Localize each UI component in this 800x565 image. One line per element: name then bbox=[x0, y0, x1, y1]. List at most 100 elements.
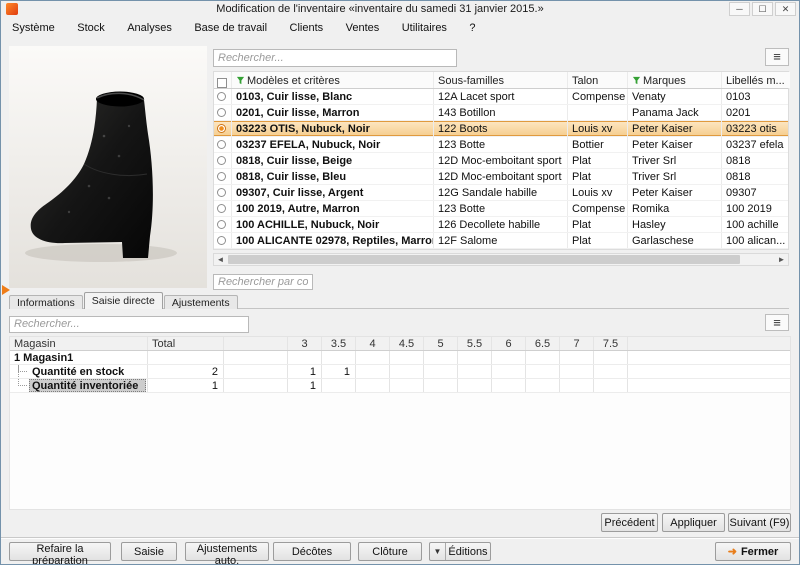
table-horizontal-scrollbar[interactable]: ◄ ► bbox=[213, 253, 789, 266]
header-select-cell[interactable] bbox=[214, 72, 232, 88]
product-row-selected[interactable]: 03223 OTIS, Nubuck, Noir 122 Boots Louis… bbox=[214, 121, 788, 137]
grid-group-row[interactable]: 1 Magasin1 bbox=[10, 351, 790, 365]
radio-icon[interactable] bbox=[217, 156, 226, 165]
radio-selected-icon[interactable] bbox=[217, 124, 226, 133]
grid-menu-button[interactable]: ≡ bbox=[765, 314, 789, 331]
codes-search-input[interactable] bbox=[213, 274, 313, 290]
radio-icon[interactable] bbox=[217, 108, 226, 117]
product-row[interactable]: 03237 EFELA, Nubuck, Noir 123 Botte Bott… bbox=[214, 137, 788, 153]
close-button[interactable]: ➜ Fermer bbox=[715, 542, 791, 561]
radio-icon[interactable] bbox=[217, 204, 226, 213]
product-search bbox=[213, 48, 457, 67]
cell-subfamily: 12F Salome bbox=[434, 233, 568, 248]
tab-ajustements[interactable]: Ajustements bbox=[163, 295, 238, 309]
menu-analyses[interactable]: Analyses bbox=[118, 19, 181, 38]
radio-icon[interactable] bbox=[217, 92, 226, 101]
grid-row-inventoried-selected[interactable]: Quantité inventoriée 1 1 bbox=[10, 379, 790, 393]
tab-saisie-directe[interactable]: Saisie directe bbox=[83, 292, 163, 309]
cell-qty[interactable] bbox=[390, 379, 424, 392]
radio-icon[interactable] bbox=[217, 236, 226, 245]
cell-qty[interactable] bbox=[560, 365, 594, 378]
scrollbar-thumb[interactable] bbox=[228, 255, 740, 264]
product-row[interactable]: 100 ALICANTE 02978, Reptiles, Marron 12F… bbox=[214, 233, 788, 249]
cell-code: 03223 otis bbox=[726, 123, 777, 135]
cell-qty[interactable] bbox=[356, 365, 390, 378]
cell-qty[interactable] bbox=[390, 365, 424, 378]
cell-qty[interactable] bbox=[424, 379, 458, 392]
menu-stock[interactable]: Stock bbox=[68, 19, 114, 38]
minimize-icon[interactable]: ─ bbox=[729, 2, 750, 16]
menu-systeme[interactable]: Système bbox=[3, 19, 64, 38]
editions-split-button[interactable]: ▼ Éditions bbox=[429, 542, 491, 561]
radio-icon[interactable] bbox=[217, 188, 226, 197]
checkbox-icon[interactable] bbox=[217, 78, 227, 88]
scroll-right-icon[interactable]: ► bbox=[775, 254, 788, 265]
menu-utilitaires[interactable]: Utilitaires bbox=[393, 19, 456, 38]
previous-button[interactable]: Précédent bbox=[601, 513, 658, 532]
cell-qty[interactable] bbox=[594, 365, 628, 378]
closing-button[interactable]: Clôture bbox=[358, 542, 422, 561]
menu-help[interactable]: ? bbox=[460, 19, 484, 38]
entry-button[interactable]: Saisie bbox=[121, 542, 177, 561]
close-icon[interactable]: ✕ bbox=[775, 2, 796, 16]
auto-adjustments-button[interactable]: Ajustements auto. bbox=[185, 542, 269, 564]
cell-spacer bbox=[224, 351, 288, 364]
cell-qty[interactable] bbox=[594, 379, 628, 392]
window-controls: ─ ☐ ✕ bbox=[729, 2, 796, 16]
row-label-selected: Quantité inventoriée bbox=[29, 379, 146, 392]
product-row[interactable]: 0818, Cuir lisse, Bleu 12D Moc-emboitant… bbox=[214, 169, 788, 185]
product-row[interactable]: 0818, Cuir lisse, Beige 12D Moc-emboitan… bbox=[214, 153, 788, 169]
cell-qty[interactable] bbox=[458, 379, 492, 392]
cell-code: 0818 bbox=[726, 171, 751, 183]
product-row[interactable]: 100 2019, Autre, Marron 123 Botte Compen… bbox=[214, 201, 788, 217]
product-row[interactable]: 0103, Cuir lisse, Blanc 12A Lacet sport … bbox=[214, 89, 788, 105]
menu-clients[interactable]: Clients bbox=[281, 19, 333, 38]
cell-qty[interactable]: 1 bbox=[288, 379, 322, 392]
cell-qty[interactable]: 1 bbox=[288, 365, 322, 378]
cell-qty[interactable] bbox=[492, 365, 526, 378]
cell-qty[interactable] bbox=[526, 365, 560, 378]
cell-qty[interactable] bbox=[492, 379, 526, 392]
cell-qty[interactable] bbox=[560, 379, 594, 392]
radio-cell bbox=[214, 217, 232, 232]
product-row[interactable]: 09307, Cuir lisse, Argent 12G Sandale ha… bbox=[214, 185, 788, 201]
grid-search-input[interactable] bbox=[9, 315, 249, 333]
cell-qty[interactable] bbox=[458, 365, 492, 378]
radio-icon[interactable] bbox=[217, 140, 226, 149]
redo-preparation-button[interactable]: Refaire la préparation bbox=[9, 542, 111, 564]
chevron-down-icon[interactable]: ▼ bbox=[430, 543, 446, 560]
markdowns-button[interactable]: Décôtes bbox=[273, 542, 351, 561]
column-header-brand[interactable]: Marques bbox=[628, 72, 722, 88]
column-header-subfamily[interactable]: Sous-familles bbox=[434, 72, 568, 88]
product-search-input[interactable] bbox=[213, 49, 457, 67]
scroll-left-icon[interactable]: ◄ bbox=[214, 254, 227, 265]
cell-model: 0818, Cuir lisse, Beige bbox=[232, 153, 434, 168]
column-header-size: 4.5 bbox=[390, 337, 424, 350]
cell-model: 100 ALICANTE 02978, Reptiles, Marron bbox=[232, 233, 434, 248]
cell-qty[interactable] bbox=[322, 379, 356, 392]
cell-qty[interactable] bbox=[526, 379, 560, 392]
radio-icon[interactable] bbox=[217, 172, 226, 181]
exit-icon: ➜ bbox=[727, 546, 737, 558]
column-header-model[interactable]: Modèles et critères bbox=[232, 72, 434, 88]
menu-ventes[interactable]: Ventes bbox=[337, 19, 389, 38]
product-menu-button[interactable]: ≡ bbox=[765, 48, 789, 66]
cell-size bbox=[560, 351, 594, 364]
cell-qty[interactable]: 1 bbox=[322, 365, 356, 378]
maximize-icon[interactable]: ☐ bbox=[752, 2, 773, 16]
next-button[interactable]: Suivant (F9) bbox=[728, 513, 791, 532]
cell-qty[interactable] bbox=[356, 379, 390, 392]
product-row[interactable]: 100 ACHILLE, Nubuck, Noir 126 Decollete … bbox=[214, 217, 788, 233]
column-header-code[interactable]: Libellés m... bbox=[722, 72, 790, 88]
cell-code: 100 2019 bbox=[726, 203, 772, 215]
product-row[interactable]: 0201, Cuir lisse, Marron 143 Botillon Pa… bbox=[214, 105, 788, 121]
radio-icon[interactable] bbox=[217, 220, 226, 229]
cell-qty[interactable] bbox=[424, 365, 458, 378]
apply-button[interactable]: Appliquer bbox=[662, 513, 725, 532]
cell-subfamily: 123 Botte bbox=[434, 137, 568, 152]
tab-informations[interactable]: Informations bbox=[9, 295, 83, 309]
menu-base-de-travail[interactable]: Base de travail bbox=[185, 19, 276, 38]
cell-heel: Louis xv bbox=[568, 185, 628, 200]
column-header-heel[interactable]: Talon bbox=[568, 72, 628, 88]
grid-row-stock[interactable]: Quantité en stock 2 1 1 bbox=[10, 365, 790, 379]
